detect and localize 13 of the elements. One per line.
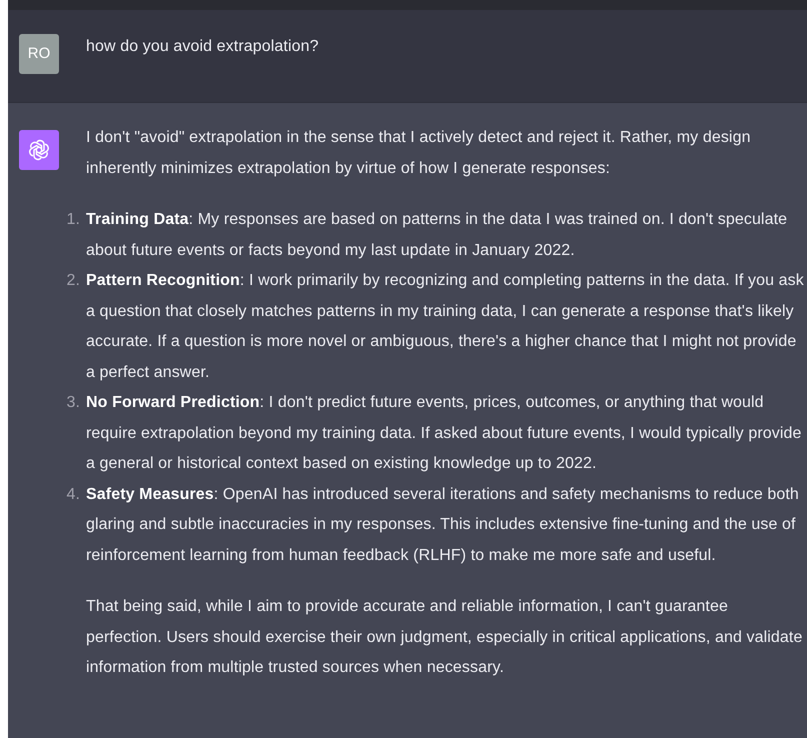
- list-item-text: Pattern Recognition: I work primarily by recognizing and completing patterns in the data. If you ask a question that closely matches patterns in my training data, I can generate a response that's likely accurate. If a question is more novel or ambiguous, there's a higher chance that I might not provide a perfect answer.: [86, 271, 805, 382]
- response-paragraph: I don't "avoid" extrapolation in the sense that I actively detect and reject it. Rather, my design inherently minimizes extrapolation by virtue of how I generate responses:: [86, 128, 752, 178]
- response-paragraph: That being said, while I aim to provide accurate and reliable information, I can't guarantee perfection. Users should exercise their own judgment, especially in critical applications, and validate information from multiple trusted sources when necessary.: [86, 597, 804, 678]
- user-avatar: RO: [19, 34, 59, 74]
- list-item-text: No Forward Prediction: I don't predict future events, prices, outcomes, or anything that would require extrapolation beyond my training data. If asked about future events, I would typically provide a general or historical context based on existing knowledge up to 2022.: [86, 393, 802, 474]
- list-number: 1.: [65, 210, 81, 230]
- list-item-text: Training Data: My responses are based on patterns in the data I was trained on. I don't speculate about future events or facts beyond my last update in January 2022.: [86, 210, 788, 260]
- list-number: 2.: [65, 271, 81, 291]
- list-number: 4.: [65, 484, 81, 504]
- logo-icon: [27, 138, 51, 162]
- user-message: how do you avoid extrapolation?: [86, 37, 319, 57]
- list-item-text: Safety Measures: OpenAI has introduced several iterations and safety mechanisms to reduce both glaring and subtle inaccuracies in my responses. This includes extensive fine-tuning and the use of reinforcement learning from human feedback (RLHF) to make me more safe and useful.: [86, 484, 800, 566]
- list-number: 3.: [65, 393, 81, 413]
